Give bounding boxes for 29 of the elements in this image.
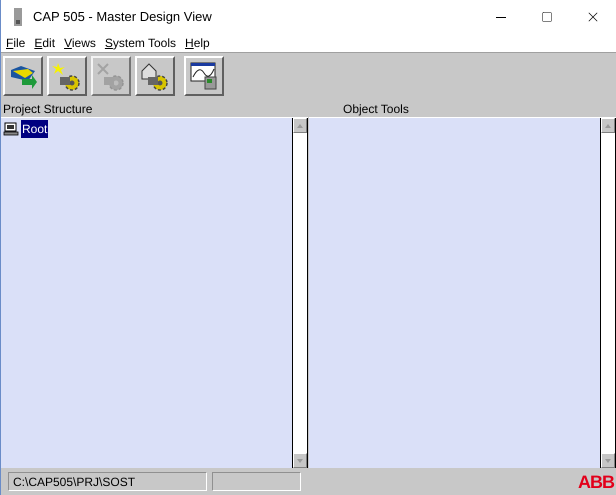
delete-gear-icon — [96, 60, 126, 90]
pane-title: Object Tools — [342, 100, 409, 118]
maximize-icon — [541, 11, 553, 23]
menu-item[interactable]: File — [6, 34, 26, 52]
pane-title: Project Structure — [2, 100, 92, 118]
toolbar-button[interactable] — [184, 56, 224, 96]
scrollbar[interactable] — [600, 118, 616, 468]
minimize-icon — [496, 16, 506, 18]
house-gear-icon — [140, 60, 170, 90]
monitor-chart-icon — [189, 60, 219, 90]
scroll-up-button[interactable] — [293, 118, 307, 133]
status-path: C:\CAP505\PRJ\SOST — [8, 472, 207, 491]
toolbar-button[interactable] — [3, 56, 43, 96]
menu-item[interactable]: Edit — [34, 34, 56, 52]
scroll-up-button[interactable] — [601, 118, 615, 133]
app-icon — [13, 8, 23, 26]
scroll-down-button[interactable] — [601, 453, 615, 468]
abb-logo: ABB — [578, 472, 614, 490]
tree-item[interactable]: Root — [21, 120, 48, 138]
menu-item[interactable]: Help — [185, 34, 210, 52]
menu-item[interactable]: Views — [64, 34, 96, 52]
computer-icon — [3, 122, 19, 136]
scrollbar[interactable] — [292, 118, 308, 468]
menu-item[interactable]: System Tools — [104, 34, 176, 52]
toolbar-button[interactable] — [47, 56, 87, 96]
window-title: CAP 505 - Master Design View — [33, 8, 212, 26]
new-gear-icon — [52, 60, 82, 90]
toolbar-button[interactable] — [135, 56, 175, 96]
scroll-down-button[interactable] — [293, 453, 307, 468]
